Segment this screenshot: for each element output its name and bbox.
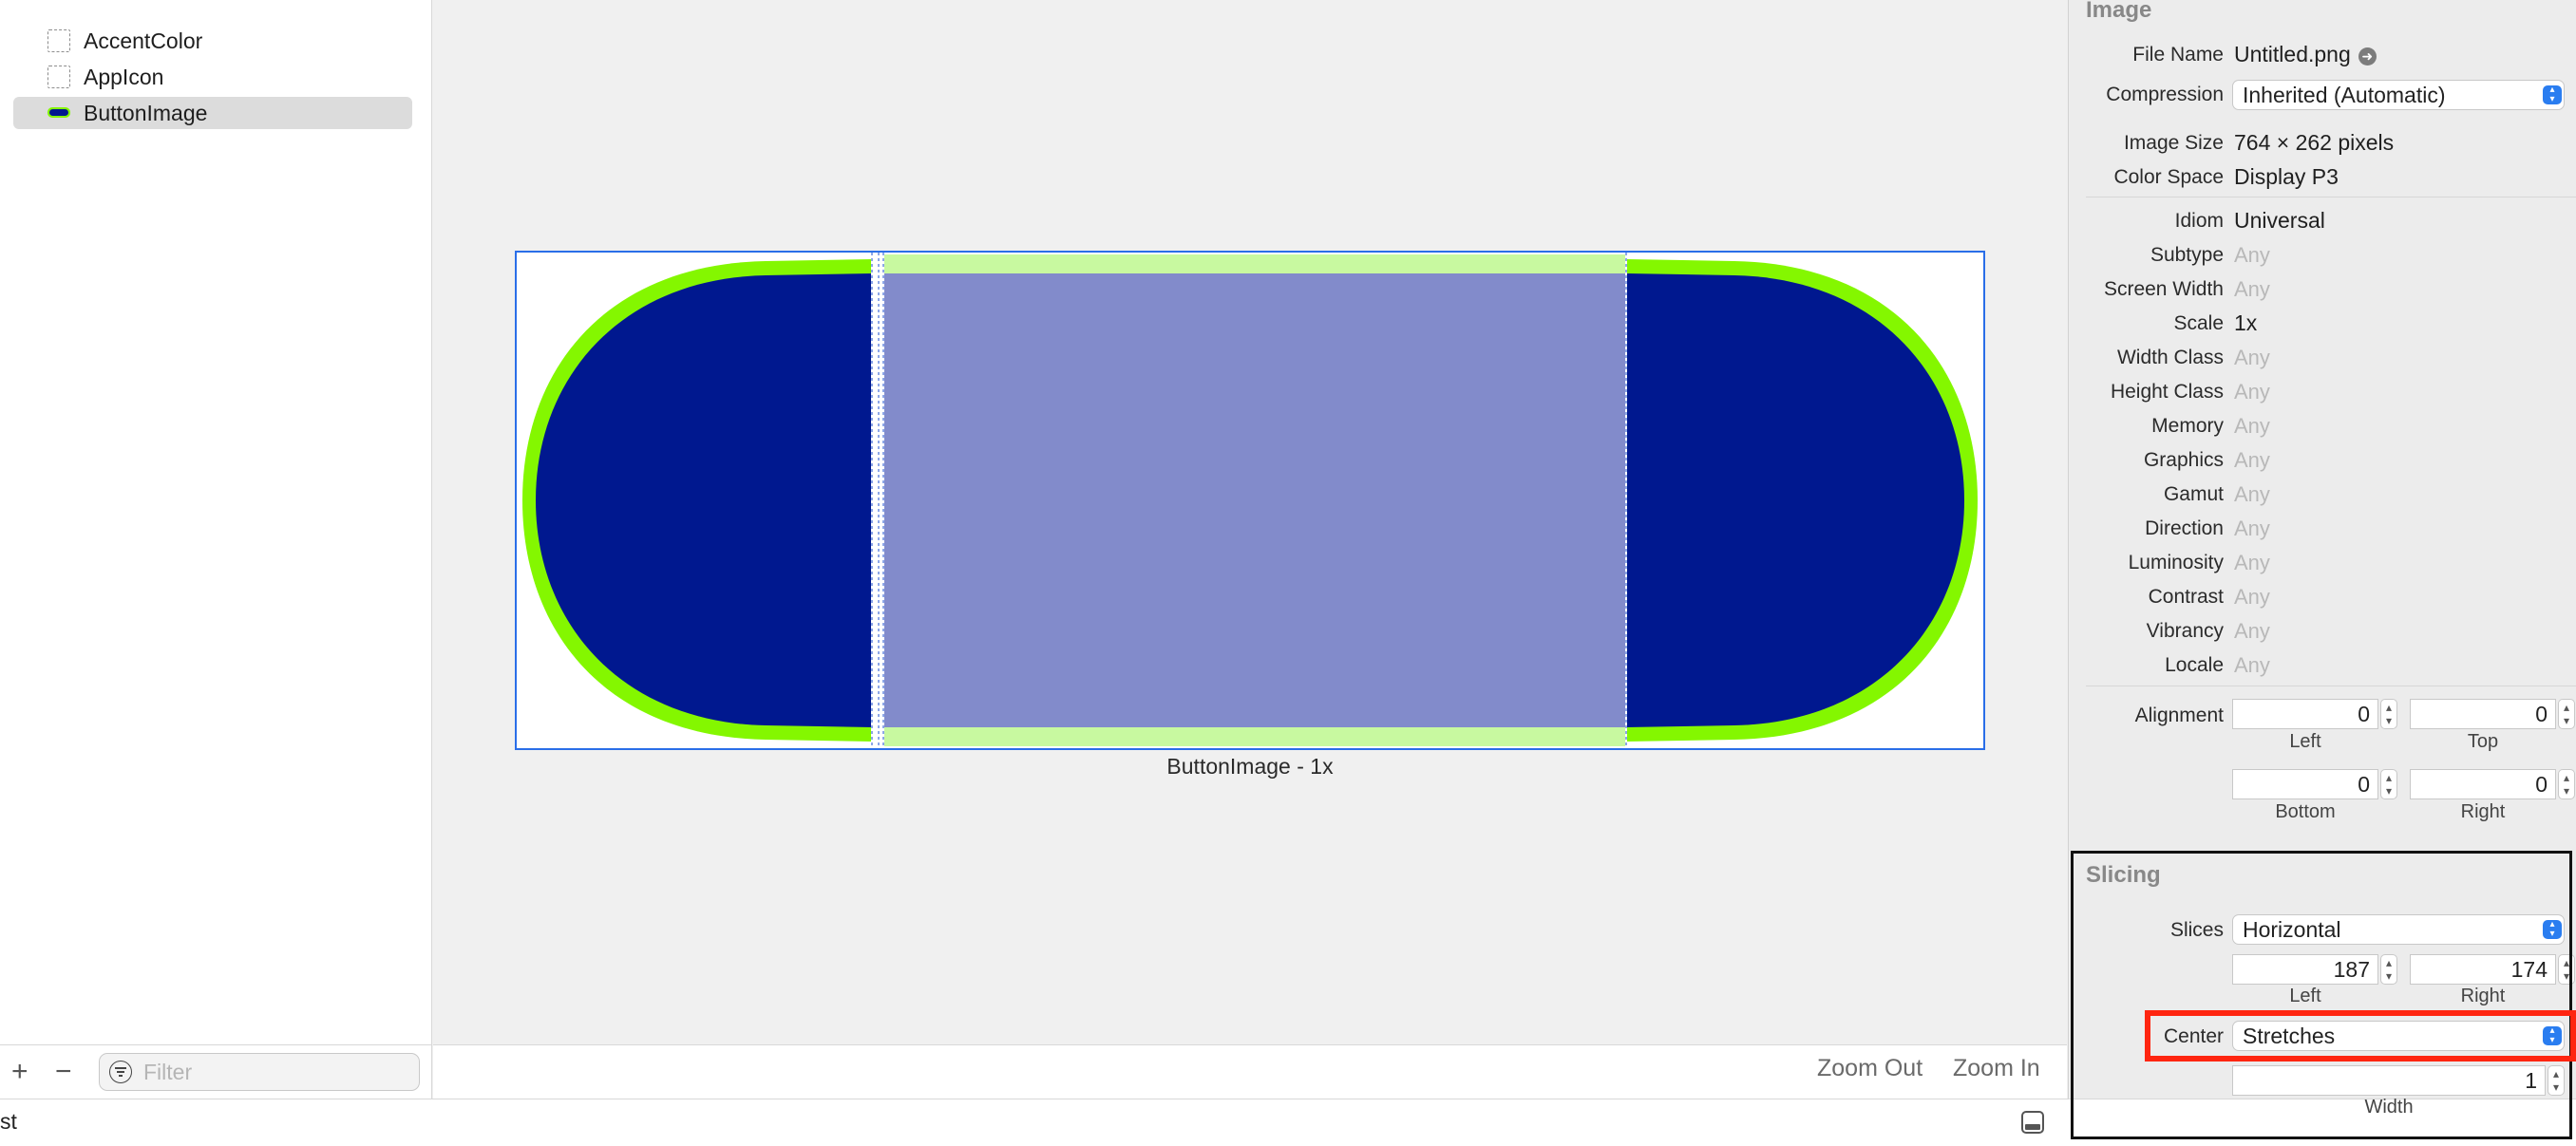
luminosity-value: Any xyxy=(2234,551,2270,574)
alignment-left-stepper[interactable]: ▴ ▾ xyxy=(2380,699,2397,729)
center-width-stepper[interactable]: ▴ ▾ xyxy=(2548,1065,2565,1096)
direction-value: Any xyxy=(2234,517,2270,540)
slices-popup[interactable]: Horizontal ▴ ▾ xyxy=(2232,914,2565,945)
center-label: Center xyxy=(2163,1025,2224,1047)
center-width-caption: Width xyxy=(2364,1097,2414,1118)
compression-label: Compression xyxy=(2106,84,2224,105)
gamut-value: Any xyxy=(2234,482,2270,506)
image-well-1x[interactable] xyxy=(515,251,1985,750)
image-size-value: 764 × 262 pixels xyxy=(2234,130,2395,155)
asset-row-accentcolor[interactable]: AccentColor xyxy=(13,25,412,57)
filter-input[interactable] xyxy=(142,1058,402,1086)
color-space-value: Display P3 xyxy=(2234,164,2339,189)
color-set-icon xyxy=(47,29,70,52)
vibrancy-value: Any xyxy=(2234,619,2270,643)
luminosity-label: Luminosity xyxy=(2128,552,2224,573)
alignment-bottom-field[interactable]: 0 xyxy=(2232,769,2378,799)
asset-label: AppIcon xyxy=(84,64,164,89)
alignment-label: Alignment xyxy=(2134,705,2224,726)
width-class-label: Width Class xyxy=(2116,347,2224,368)
locale-label: Locale xyxy=(2165,654,2224,676)
screen-width-label: Screen Width xyxy=(2103,278,2224,300)
idiom-value: Universal xyxy=(2234,208,2325,233)
asset-label: ButtonImage xyxy=(84,100,208,125)
center-value: Stretches xyxy=(2243,1024,2336,1048)
editor-footer: Zoom Out Zoom In xyxy=(433,1044,2067,1099)
compression-popup[interactable]: Inherited (Automatic) ▴ ▾ xyxy=(2232,80,2565,110)
graphics-label: Graphics xyxy=(2143,449,2224,471)
filter-field[interactable] xyxy=(99,1053,420,1091)
add-asset-button[interactable]: + xyxy=(11,1053,28,1091)
app-icon-set-icon xyxy=(47,66,70,88)
alignment-top-stepper[interactable]: ▴ ▾ xyxy=(2558,699,2575,729)
screen-width-value: Any xyxy=(2234,277,2270,301)
gamut-label: Gamut xyxy=(2163,483,2224,505)
direction-label: Direction xyxy=(2145,517,2224,539)
asset-label: AccentColor xyxy=(84,28,203,53)
subtype-value: Any xyxy=(2234,243,2270,267)
slice-left-stepper[interactable]: ▴ ▾ xyxy=(2380,954,2397,985)
center-strip-tinted xyxy=(883,273,1625,727)
color-space-label: Color Space xyxy=(2113,166,2224,188)
alignment-top-caption: Top xyxy=(2467,731,2499,752)
compression-value: Inherited (Automatic) xyxy=(2243,83,2446,107)
image-size-label: Image Size xyxy=(2123,132,2224,154)
height-class-value: Any xyxy=(2234,380,2270,404)
slice-right-stepper[interactable]: ▴ ▾ xyxy=(2558,954,2575,985)
debug-area-toggle-icon[interactable] xyxy=(2021,1111,2044,1134)
slice-right-field[interactable]: 174 xyxy=(2410,954,2556,985)
scale-label: Scale xyxy=(2173,312,2224,334)
image-well-caption: ButtonImage - 1x xyxy=(1166,754,1334,779)
width-class-value: Any xyxy=(2234,346,2270,369)
locale-value: Any xyxy=(2234,653,2270,677)
asset-row-buttonimage[interactable]: ButtonImage xyxy=(13,97,412,129)
idiom-label: Idiom xyxy=(2174,210,2224,232)
status-text: st xyxy=(0,1109,17,1134)
popup-arrows-icon: ▴ ▾ xyxy=(2543,1026,2562,1045)
vibrancy-label: Vibrancy xyxy=(2146,620,2224,642)
slicing-section-title: Slicing xyxy=(2086,862,2161,888)
file-name-text: Untitled.png xyxy=(2234,42,2351,66)
navigator-footer: + − xyxy=(0,1044,432,1099)
alignment-left-caption: Left xyxy=(2289,731,2321,752)
height-class-label: Height Class xyxy=(2110,381,2224,403)
button-image-preview xyxy=(522,253,1978,748)
alignment-right-field[interactable]: 0 xyxy=(2410,769,2556,799)
slice-left-caption: Left xyxy=(2289,986,2321,1006)
alignment-left-field[interactable]: 0 xyxy=(2232,699,2378,729)
asset-row-appicon[interactable]: AppIcon xyxy=(13,61,412,93)
memory-value: Any xyxy=(2234,414,2270,438)
filter-icon xyxy=(109,1061,132,1083)
file-name-label: File Name xyxy=(2132,44,2224,66)
image-section-title: Image xyxy=(2086,0,2152,23)
slices-value: Horizontal xyxy=(2243,917,2341,942)
file-name-value: Untitled.png ➜ xyxy=(2234,42,2377,67)
contrast-label: Contrast xyxy=(2148,586,2224,608)
popup-arrows-icon: ▴ ▾ xyxy=(2543,85,2562,104)
graphics-value: Any xyxy=(2234,448,2270,472)
slice-left-field[interactable]: 187 xyxy=(2232,954,2378,985)
attributes-inspector: Image File Name Untitled.png ➜ Compressio… xyxy=(2068,0,2576,1118)
slice-right-caption: Right xyxy=(2460,986,2506,1006)
status-bar: st xyxy=(0,1099,2576,1146)
asset-navigator: AccentColor AppIcon ButtonImage xyxy=(0,0,432,1044)
slices-label: Slices xyxy=(2169,919,2224,941)
popup-arrows-icon: ▴ ▾ xyxy=(2543,920,2562,939)
memory-label: Memory xyxy=(2151,415,2224,437)
scale-value: 1x xyxy=(2234,310,2258,335)
alignment-top-field[interactable]: 0 xyxy=(2410,699,2556,729)
center-popup[interactable]: Stretches ▴ ▾ xyxy=(2232,1021,2565,1051)
center-width-field[interactable]: 1 xyxy=(2232,1065,2546,1096)
reveal-arrow-icon[interactable]: ➜ xyxy=(2358,47,2377,66)
zoom-out-button[interactable]: Zoom Out xyxy=(1817,1055,1923,1082)
contrast-value: Any xyxy=(2234,585,2270,609)
alignment-right-stepper[interactable]: ▴ ▾ xyxy=(2558,769,2575,799)
subtype-label: Subtype xyxy=(2150,244,2224,266)
remove-asset-button[interactable]: − xyxy=(55,1053,72,1091)
alignment-bottom-caption: Bottom xyxy=(2275,801,2336,822)
image-set-thumbnail-icon xyxy=(47,102,70,124)
zoom-in-button[interactable]: Zoom In xyxy=(1953,1055,2040,1082)
alignment-bottom-stepper[interactable]: ▴ ▾ xyxy=(2380,769,2397,799)
alignment-right-caption: Right xyxy=(2460,801,2506,822)
